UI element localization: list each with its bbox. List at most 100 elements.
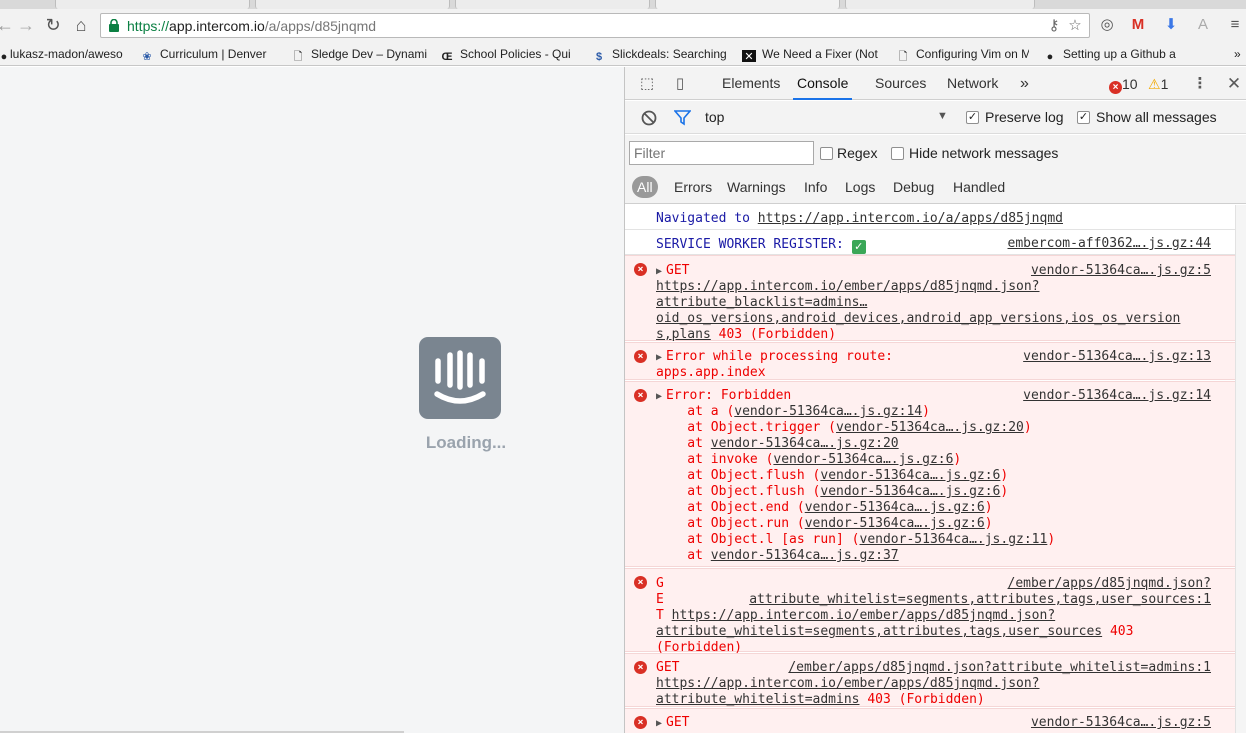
source-link[interactable]: vendor-51364ca….js.gz:6 [820,468,1000,483]
denver-logo-icon: ❀ [142,51,152,62]
request-url-link[interactable]: https://app.intercom.io/ember/apps/d85jn… [672,608,1056,623]
source-link[interactable]: /ember/apps/d85jnqmd.json? [1008,576,1212,592]
request-url-link[interactable]: attribute_blacklist=admins… [656,295,867,311]
clear-console-icon[interactable] [641,110,657,126]
close-icon[interactable]: ✕ [1224,74,1244,94]
hide-network-checkbox[interactable] [891,147,904,160]
devtools-tabbar: ⬚ ▯ Elements Console Sources Network » ×… [625,67,1246,100]
context-selector[interactable]: top [705,109,724,125]
level-info[interactable]: Info [804,176,827,198]
stack-frame: at vendor-51364ca….js.gz:20 [656,436,899,451]
more-tabs-icon[interactable]: » [1020,67,1029,100]
source-link[interactable]: attribute_whitelist=segments,attributes,… [749,592,1211,608]
level-errors[interactable]: Errors [674,176,712,198]
source-link[interactable]: vendor-51364ca….js.gz:11 [860,532,1048,547]
expand-triangle-icon[interactable]: ▶ [656,391,662,402]
error-icon: × [634,350,647,363]
bookmark-item[interactable]: ● lukasz-madon/aweso [0,46,126,62]
source-link[interactable]: vendor-51364ca….js.gz:6 [773,452,953,467]
source-link[interactable]: vendor-51364ca….js.gz:6 [805,516,985,531]
bookmark-item[interactable]: ❀ Curriculum | Denver [140,46,282,62]
chevron-down-icon[interactable]: ▼ [937,110,948,122]
device-toolbar-icon[interactable]: ▯ [670,74,690,94]
expand-triangle-icon[interactable]: ▶ [656,718,662,729]
source-link[interactable]: vendor-51364ca….js.gz:14 [734,404,922,419]
bookmark-item[interactable]: 🗋 Sledge Dev – Dynami [291,46,429,62]
request-url-link[interactable]: oid_os_versions,android_devices,android_… [656,311,1180,327]
star-icon[interactable]: ☆ [1066,17,1084,35]
console-filter-bar: Regex Hide network messages All Errors W… [625,135,1246,204]
source-link[interactable]: vendor-51364ca….js.gz:6 [805,500,985,515]
source-link[interactable]: vendor-51364ca….js.gz:14 [1023,388,1211,404]
source-link[interactable]: vendor-51364ca….js.gz:20 [711,436,899,451]
request-url-link[interactable]: attribute_whitelist=admins [656,692,860,707]
console-toolbar: top ▼ ✓ Preserve log ✓ Show all messages [625,101,1246,134]
gmail-extension-icon[interactable]: M [1127,14,1149,36]
request-url-link[interactable]: s,plans [656,327,711,342]
download-extension-icon[interactable]: ⬇ [1160,14,1182,36]
menu-icon[interactable]: ≡ [1224,14,1246,36]
console-scrollbar[interactable] [1235,205,1246,733]
source-link[interactable]: vendor-51364ca….js.gz:5 [1031,263,1211,279]
key-icon[interactable]: ⚷ [1045,17,1063,35]
source-link[interactable]: vendor-51364ca….js.gz:37 [711,548,899,563]
browser-tab[interactable] [55,0,250,9]
request-url-link[interactable]: attribute_whitelist=segments,attributes,… [656,624,1102,639]
browser-tab[interactable] [255,0,450,9]
source-link[interactable]: embercom-aff0362….js.gz:44 [1008,236,1212,252]
inspect-element-icon[interactable]: ⬚ [637,74,657,94]
error-count-badge[interactable]: × 10 [1109,75,1138,94]
stack-frame: at Object.run (vendor-51364ca….js.gz:6) [656,516,993,531]
source-link[interactable]: vendor-51364ca….js.gz:20 [836,420,1024,435]
loading-text: Loading... [425,433,507,452]
bookmark-item[interactable]: ✕ We Need a Fixer (Not [742,46,880,62]
warning-icon: ⚠ [1148,76,1161,92]
kebab-menu-icon[interactable]: ⋮ [1190,74,1210,94]
browser-tab-active[interactable] [655,0,840,9]
page-icon: 🗋 [898,51,908,62]
expand-triangle-icon[interactable]: ▶ [656,266,662,277]
tab-network[interactable]: Network [947,67,998,100]
preserve-log-checkbox[interactable]: ✓ [966,111,979,124]
source-link[interactable]: vendor-51364ca….js.gz:5 [1031,715,1211,731]
filter-icon[interactable] [674,110,691,126]
bookmark-item[interactable]: Œ School Policies - Qui [440,46,578,62]
address-bar[interactable]: https://app.intercom.io/a/apps/d85jnqmd … [100,13,1090,38]
chat-extension-icon[interactable]: ◎ [1096,14,1118,36]
forward-arrow-icon[interactable]: → [15,14,37,36]
source-link[interactable]: vendor-51364ca….js.gz:13 [1023,349,1211,365]
angular-extension-icon[interactable]: A [1192,14,1214,36]
check-mark-icon: ✓ [851,240,866,254]
navigation-url-link[interactable]: https://app.intercom.io/a/apps/d85jnqmd [758,211,1063,226]
request-url-link[interactable]: https://app.intercom.io/ember/apps/d85jn… [656,279,1040,295]
tab-console[interactable]: Console [793,67,853,100]
bookmark-item[interactable]: $ Slickdeals: Searching [592,46,730,62]
level-all[interactable]: All [632,176,658,198]
error-icon: × [634,263,647,276]
stack-frame: at vendor-51364ca….js.gz:37 [656,548,899,563]
expand-triangle-icon[interactable]: ▶ [656,352,662,363]
error-icon: × [634,716,647,729]
source-link[interactable]: /ember/apps/d85jnqmd.json?attribute_whit… [788,660,1211,676]
tab-elements[interactable]: Elements [722,67,780,100]
level-warnings[interactable]: Warnings [727,176,786,198]
home-icon[interactable]: ⌂ [70,14,92,36]
level-debug[interactable]: Debug [893,176,934,198]
tab-sources[interactable]: Sources [875,67,926,100]
reload-icon[interactable]: ↻ [42,14,64,36]
regex-checkbox[interactable] [820,147,833,160]
level-logs[interactable]: Logs [845,176,875,198]
request-url-link[interactable]: https://app.intercom.io/ember/apps/d85jn… [656,676,1040,692]
level-handled[interactable]: Handled [953,176,1005,198]
bookmark-item[interactable]: 🗋 Configuring Vim on M [896,46,1029,62]
source-link[interactable]: vendor-51364ca….js.gz:6 [820,484,1000,499]
tab-strip [0,0,1246,9]
browser-tab[interactable] [845,0,1035,9]
bookmark-item[interactable]: ● Setting up a Github a [1043,46,1183,62]
more-bookmarks-icon[interactable]: » [1234,46,1246,62]
warning-count-badge[interactable]: ⚠1 [1148,75,1168,93]
browser-tab[interactable] [455,0,650,9]
filter-input[interactable] [629,141,814,165]
show-all-messages-checkbox[interactable]: ✓ [1077,111,1090,124]
back-arrow-icon[interactable]: ← [0,14,16,36]
